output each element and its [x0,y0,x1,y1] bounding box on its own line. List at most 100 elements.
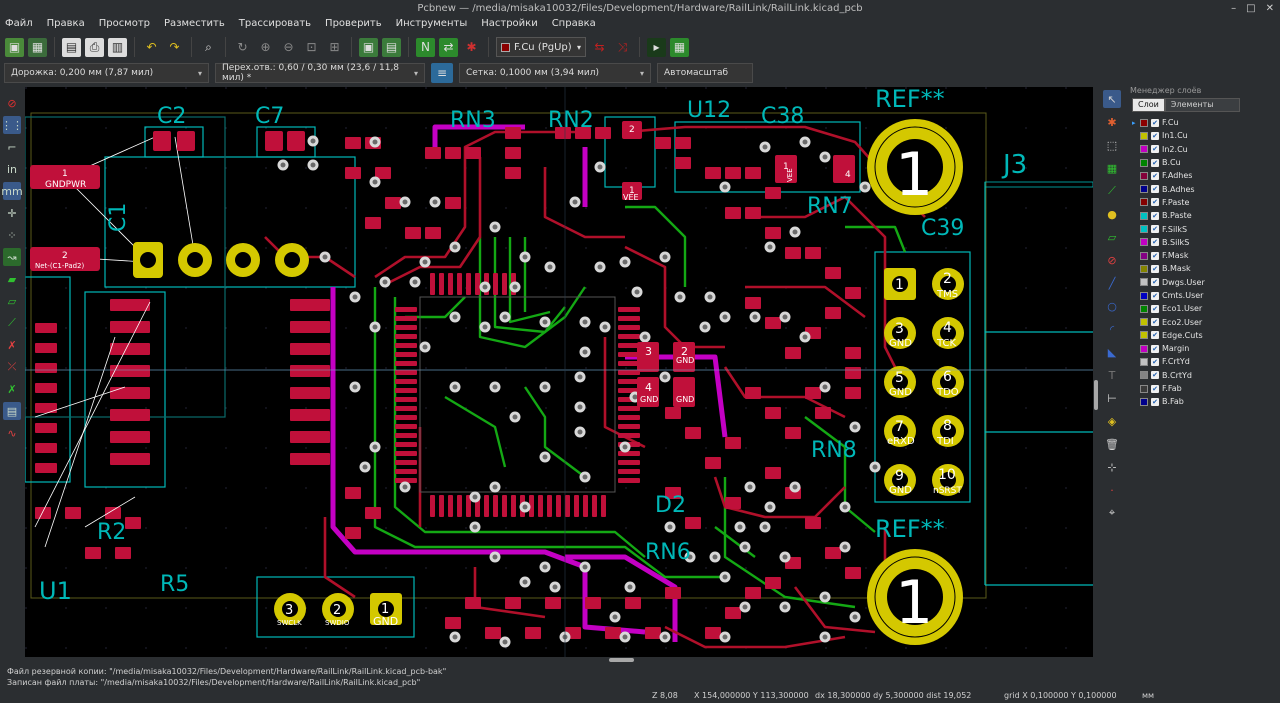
update-pcb-icon[interactable]: ⇄ [439,37,458,57]
footprint-viewer-icon[interactable]: ▤ [382,37,401,57]
layer-color-swatch[interactable] [1140,225,1148,234]
layer-row[interactable]: ✔ B.CrtYd [1132,369,1280,382]
layer-visibility-checkbox[interactable]: ✔ [1151,145,1159,154]
layer-color-swatch[interactable] [1140,198,1148,207]
layer-visibility-checkbox[interactable]: ✔ [1151,344,1159,353]
grid-toggle-icon[interactable]: ⋮⋮ [1,116,23,134]
layer-row[interactable]: ✔ B.Cu [1132,156,1280,169]
layer-visibility-checkbox[interactable]: ✔ [1151,171,1159,180]
layer-visibility-checkbox[interactable]: ✔ [1151,118,1159,127]
layer-visibility-checkbox[interactable]: ✔ [1151,185,1159,194]
track-width-select[interactable]: Дорожка: 0,200 мм (7,87 мил) ▾ [4,63,209,83]
zoom-fit-icon[interactable]: ⊡ [302,38,321,57]
layer-color-swatch[interactable] [1140,118,1148,127]
layer-visibility-checkbox[interactable]: ✔ [1151,397,1159,406]
menu-route[interactable]: Трассировать [239,17,311,31]
layer-visibility-checkbox[interactable]: ✔ [1151,251,1159,260]
layer-visibility-checkbox[interactable]: ✔ [1151,225,1159,234]
print-icon[interactable]: ⎙ [85,37,104,57]
tab-layers[interactable]: Слои [1132,98,1165,112]
zoom-out-icon[interactable]: ⊖ [279,38,298,57]
plot-icon[interactable]: ▥ [108,37,127,57]
layer-color-swatch[interactable] [1140,251,1148,260]
open-board-icon[interactable]: ▦ [28,37,47,57]
layer-row[interactable]: ▸ ✔ F.Cu [1132,116,1280,129]
page-settings-icon[interactable]: ▤ [62,37,81,57]
polar-coords-icon[interactable]: ⌐ [3,138,21,156]
footprint-editor-icon[interactable]: ▣ [359,37,378,57]
layer-color-swatch[interactable] [1140,397,1148,406]
curved-ratsnest-icon[interactable]: ↝ [3,248,21,266]
zone-outline-icon[interactable]: ▱ [3,292,21,310]
pcb-canvas[interactable]: C2 C7 RN3 RN2 U12 C38 REF** J3 C39 RN7 U… [25,87,1093,657]
layer-visibility-checkbox[interactable]: ✔ [1151,278,1159,287]
layer-row[interactable]: ✔ B.SilkS [1132,236,1280,249]
pad-sketch-icon[interactable]: ⟋ [3,314,21,332]
layer-row[interactable]: ✔ B.Mask [1132,262,1280,275]
zoom-in-icon[interactable]: ⊕ [256,38,275,57]
layer-color-swatch[interactable] [1140,291,1148,300]
menu-edit[interactable]: Правка [47,17,85,31]
layer-color-swatch[interactable] [1140,211,1148,220]
layer-visibility-checkbox[interactable]: ✔ [1151,371,1159,380]
layer-color-swatch[interactable] [1140,158,1148,167]
drc-icon[interactable]: ✱ [462,38,481,57]
auto-track-width-icon[interactable]: ≡ [431,63,453,83]
layer-visibility-checkbox[interactable]: ✔ [1151,384,1159,393]
layer-row[interactable]: ✔ In1.Cu [1132,129,1280,142]
menu-tools[interactable]: Инструменты [396,17,468,31]
layer-visibility-checkbox[interactable]: ✔ [1151,131,1159,140]
new-board-icon[interactable]: ▣ [5,37,24,57]
redraw-icon[interactable]: ↻ [233,38,252,57]
layer-color-swatch[interactable] [1140,264,1148,273]
inch-units-icon[interactable]: in [3,160,21,178]
layer-pair-icon[interactable]: ⇆ [590,38,609,57]
layer-visibility-checkbox[interactable]: ✔ [1151,331,1159,340]
drc-off-icon[interactable]: ⊘ [3,94,21,112]
pcb-drawing[interactable]: C2 C7 RN3 RN2 U12 C38 REF** J3 C39 RN7 U… [25,87,1093,657]
undo-icon[interactable]: ↶ [142,38,161,57]
layer-color-swatch[interactable] [1140,357,1148,366]
layer-row[interactable]: ✔ Margin [1132,342,1280,355]
keepout-zone-icon[interactable]: ⊘ [1103,251,1121,269]
close-button[interactable]: ✕ [1266,0,1274,17]
layer-row[interactable]: ✔ F.Mask [1132,249,1280,262]
high-contrast-icon[interactable]: ✗ [3,380,21,398]
layer-row[interactable]: ✔ B.Adhes [1132,182,1280,195]
layer-visibility-checkbox[interactable]: ✔ [1151,158,1159,167]
layer-visibility-checkbox[interactable]: ✔ [1151,264,1159,273]
layer-visibility-checkbox[interactable]: ✔ [1151,291,1159,300]
layer-row[interactable]: ✔ In2.Cu [1132,143,1280,156]
layer-visibility-checkbox[interactable]: ✔ [1151,198,1159,207]
local-ratsnest-icon[interactable]: ⬚ [1103,136,1121,154]
horizontal-scroll-thumb[interactable] [609,658,634,662]
layer-row[interactable]: ✔ Cmts.User [1132,289,1280,302]
add-target-icon[interactable]: ◈ [1103,412,1121,430]
layer-color-swatch[interactable] [1140,344,1148,353]
add-zone-icon[interactable]: ▱ [1103,228,1121,246]
layer-row[interactable]: ✔ F.SilkS [1132,222,1280,235]
layer-row[interactable]: ✔ Eco2.User [1132,315,1280,328]
layer-color-swatch[interactable] [1140,145,1148,154]
zone-fill-icon[interactable]: ▰ [3,270,21,288]
redo-icon[interactable]: ↷ [165,38,184,57]
layer-visibility-checkbox[interactable]: ✔ [1151,357,1159,366]
delete-icon[interactable]: 🗑 [1103,435,1121,453]
microwave-toolbar-icon[interactable]: ∿ [3,424,21,442]
layer-row[interactable]: ✔ F.Adhes [1132,169,1280,182]
layer-color-swatch[interactable] [1140,238,1148,247]
layer-row[interactable]: ✔ F.CrtYd [1132,355,1280,368]
layer-visibility-checkbox[interactable]: ✔ [1151,318,1159,327]
via-size-select[interactable]: Перех.отв.: 0,60 / 0,30 мм (23,6 / 11,8 … [215,63,425,83]
grid-size-select[interactable]: Сетка: 0,1000 мм (3,94 мил) ▾ [459,63,651,83]
menu-help[interactable]: Справка [552,17,596,31]
layer-visibility-checkbox[interactable]: ✔ [1151,211,1159,220]
add-dimension-icon[interactable]: ⊢ [1103,389,1121,407]
layer-row[interactable]: ✔ F.Fab [1132,382,1280,395]
search-icon[interactable]: ⌕ [199,38,218,57]
add-circle-icon[interactable]: ○ [1103,297,1121,315]
layer-row[interactable]: ✔ Eco1.User [1132,302,1280,315]
zoom-selection-icon[interactable]: ⊞ [325,38,344,57]
layer-color-swatch[interactable] [1140,371,1148,380]
tab-items[interactable]: Элементы [1164,98,1240,112]
